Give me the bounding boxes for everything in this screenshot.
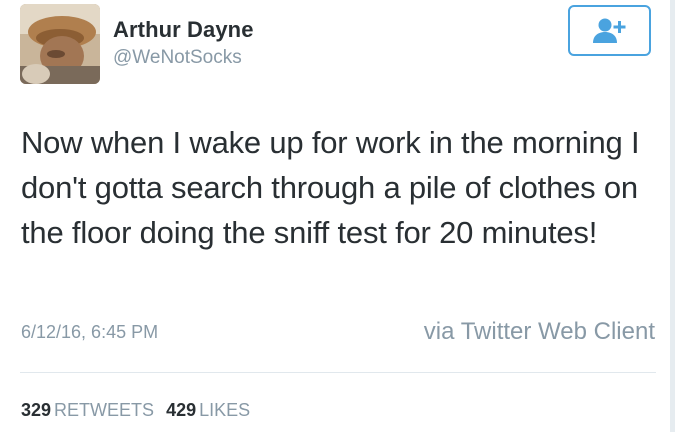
divider [20, 372, 656, 373]
likes-stat[interactable]: 429 LIKES [166, 400, 250, 420]
tweet-stats: 329 RETWEETS 429 LIKES [21, 400, 250, 421]
avatar[interactable] [20, 4, 100, 84]
tweet-timestamp[interactable]: 6/12/16, 6:45 PM [21, 322, 158, 343]
tweet-text: Now when I wake up for work in the morni… [21, 125, 640, 250]
retweets-stat[interactable]: 329 RETWEETS [21, 400, 154, 420]
user-name[interactable]: Arthur Dayne [113, 17, 254, 43]
scrollbar-edge [670, 0, 675, 432]
tweet-source[interactable]: via Twitter Web Client [424, 318, 655, 346]
profile-photo [20, 4, 100, 84]
follow-button[interactable] [568, 5, 651, 56]
user-handle[interactable]: @WeNotSocks [113, 47, 242, 69]
add-user-icon [592, 18, 625, 43]
likes-count: 429 [166, 400, 197, 420]
likes-label: LIKES [199, 400, 251, 420]
retweets-count: 329 [21, 400, 52, 420]
retweets-label: RETWEETS [54, 400, 155, 420]
